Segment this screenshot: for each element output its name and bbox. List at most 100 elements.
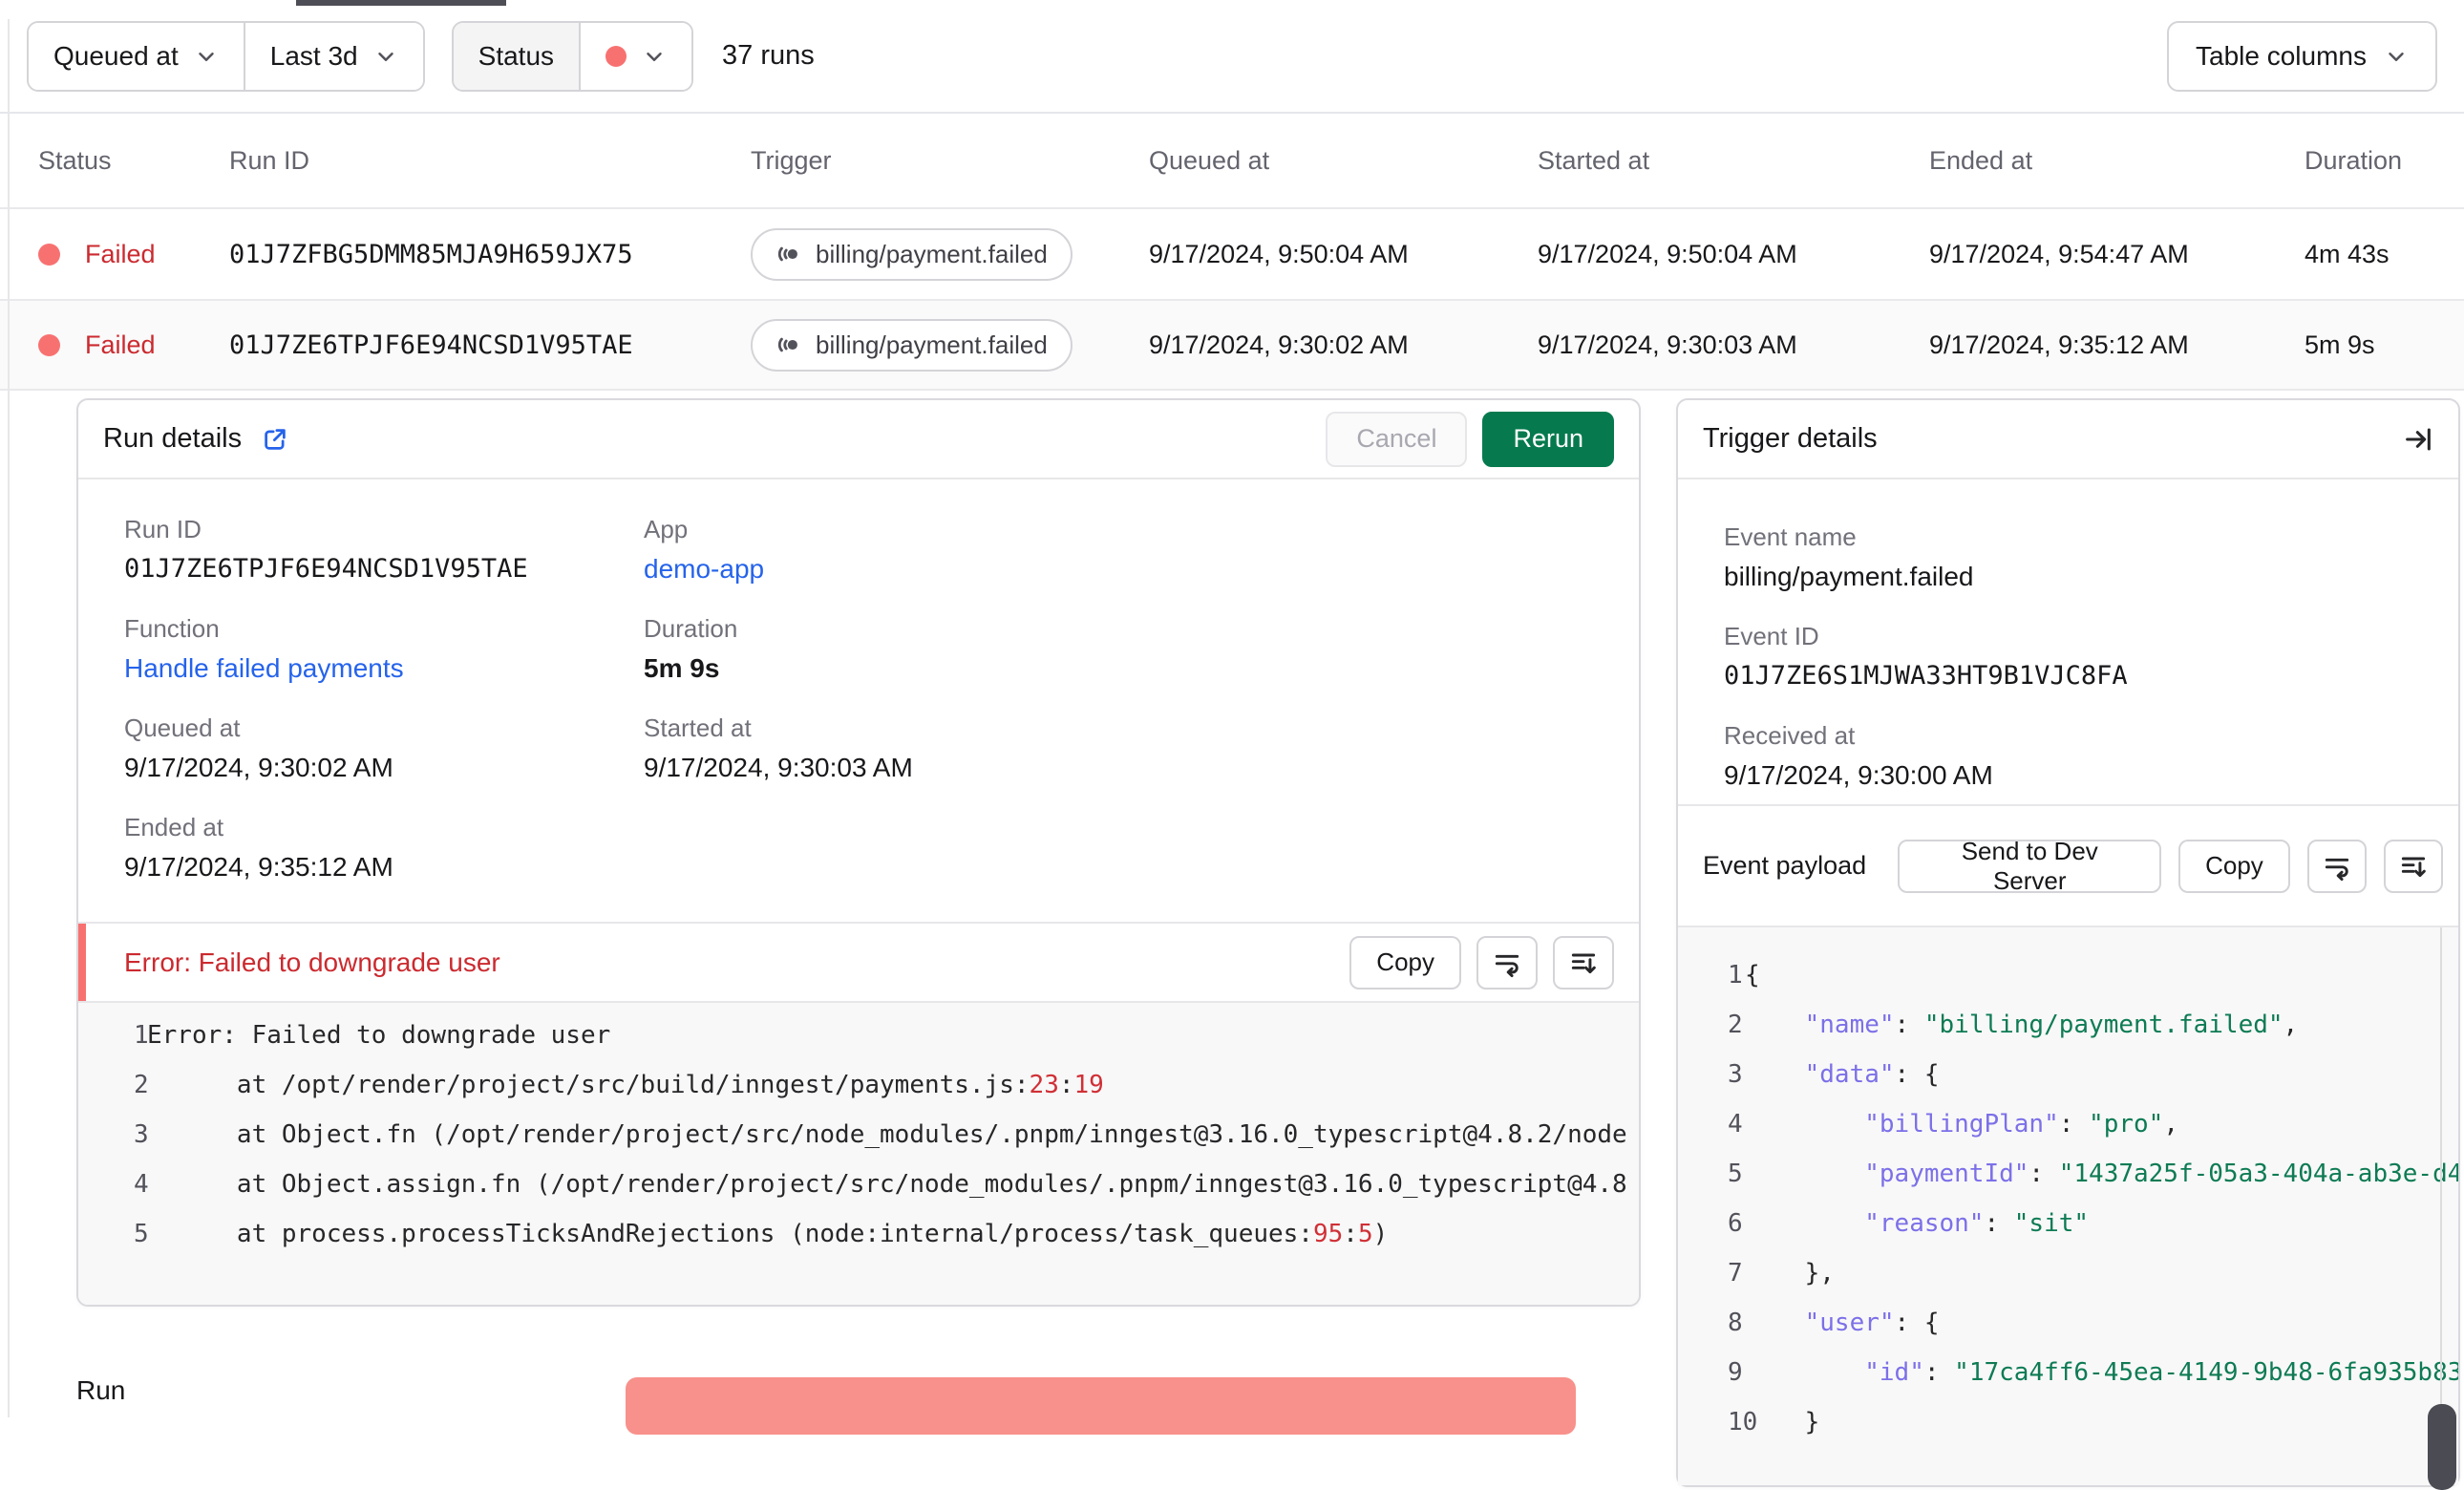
table-columns-label: Table columns: [2196, 40, 2367, 71]
word-wrap-icon: [2325, 858, 2348, 881]
filters-toolbar: Queued at Last 3d Status 37 runs Table c…: [0, 0, 2464, 114]
column-header-queued-at: Queued at: [1149, 145, 1270, 175]
column-header-run-id: Run ID: [229, 145, 310, 175]
code-line: 8 "user": {: [1728, 1309, 1940, 1337]
column-header-started-at: Started at: [1538, 145, 1650, 175]
event-payload-heading: Event payload: [1703, 851, 1867, 881]
duration-value: 5m 9s: [644, 653, 720, 683]
duration-label: Duration: [644, 614, 738, 643]
column-header-ended-at: Ended at: [1929, 145, 2033, 175]
time-range-filter-label: Last 3d: [269, 40, 358, 71]
run-duration: 5m 9s: [2305, 330, 2375, 359]
started-at-field: Started at 9/17/2024, 9:30:03 AM: [644, 713, 913, 783]
table-row[interactable]: Failed 01J7ZFBG5DMM85MJA9H659JX75 billin…: [0, 207, 2464, 299]
error-stack-trace: 1 Error: Failed to downgrade user 2 at /op…: [78, 1001, 1639, 1305]
payload-word-wrap-button[interactable]: [2306, 839, 2367, 893]
event-id-label: Event ID: [1724, 622, 1819, 650]
function-link[interactable]: Handle failed payments: [124, 653, 404, 684]
run-id: 01J7ZFBG5DMM85MJA9H659JX75: [229, 239, 633, 269]
trigger-event-badge[interactable]: billing/payment.failed: [751, 318, 1073, 372]
column-header-status: Status: [38, 145, 112, 175]
started-at-label: Started at: [644, 713, 752, 742]
queued-at-field: Queued at 9/17/2024, 9:30:02 AM: [124, 713, 393, 783]
word-wrap-icon: [1495, 954, 1519, 977]
trigger-event-name: billing/payment.failed: [816, 330, 1048, 359]
runs-table-body: Failed 01J7ZFBG5DMM85MJA9H659JX75 billin…: [0, 207, 2464, 391]
trigger-event-badge[interactable]: billing/payment.failed: [751, 227, 1073, 281]
queued-at-filter-label: Queued at: [53, 40, 179, 71]
collapse-panel-button[interactable]: [2403, 424, 2433, 455]
event-icon: [777, 246, 799, 262]
ended-at-value: 9/17/2024, 9:35:12 AM: [124, 852, 393, 882]
status-filter-label-segment[interactable]: Status: [453, 22, 580, 90]
failed-status-dot-icon: [605, 45, 627, 67]
status-filter-group: Status: [451, 20, 694, 92]
run-status: Failed: [85, 239, 156, 268]
received-at-label: Received at: [1724, 721, 1856, 750]
event-id-field: Event ID 01J7ZE6S1MJWA33HT9B1VJC8FA: [1724, 622, 2128, 691]
left-scroll-track[interactable]: [8, 19, 10, 1417]
code-line: 10 }: [1728, 1408, 1820, 1437]
payload-scrollbar-track: [2440, 927, 2442, 1485]
word-wrap-button[interactable]: [1476, 935, 1538, 990]
queued-at-filter-button[interactable]: Queued at: [29, 22, 244, 90]
send-to-dev-server-button[interactable]: Send to Dev Server: [1898, 837, 2162, 895]
error-accent-bar: [78, 924, 86, 1001]
code-line: 9 "id": "17ca4ff6-45ea-4149-9b48-6fa935b…: [1728, 1358, 2458, 1387]
column-header-duration: Duration: [2305, 145, 2403, 175]
active-tab-indicator: [296, 0, 506, 6]
runs-count: 37 runs: [722, 40, 815, 71]
run-started-at: 9/17/2024, 9:30:03 AM: [1538, 330, 1797, 359]
status-filter-label: Status: [478, 40, 555, 71]
payload-expand-button[interactable]: [2383, 839, 2443, 893]
run-ended-at: 9/17/2024, 9:35:12 AM: [1929, 330, 2189, 359]
table-columns-button[interactable]: Table columns: [2167, 20, 2437, 92]
run-id-value: 01J7ZE6TPJF6E94NCSD1V95TAE: [124, 554, 528, 584]
run-id-label: Run ID: [124, 515, 202, 543]
code-line: 3 at Object.fn (/opt/render/project/src/…: [134, 1120, 1627, 1149]
time-filter-group: Queued at Last 3d: [27, 20, 425, 92]
duration-field: Duration 5m 9s: [644, 614, 737, 684]
copy-error-button[interactable]: Copy: [1349, 935, 1461, 990]
time-range-filter-button[interactable]: Last 3d: [243, 22, 423, 90]
started-at-value: 9/17/2024, 9:30:03 AM: [644, 753, 913, 782]
function-label: Function: [124, 614, 220, 643]
copy-payload-button[interactable]: Copy: [2178, 839, 2290, 893]
event-icon: [777, 337, 799, 352]
code-line: 2 at /opt/render/project/src/build/innge…: [134, 1071, 1104, 1099]
run-timeline-bar[interactable]: [626, 1377, 1576, 1435]
error-title: Error: Failed to downgrade user: [124, 947, 500, 977]
event-name-label: Event name: [1724, 522, 1857, 551]
cancel-button[interactable]: Cancel: [1326, 411, 1468, 467]
run-details-panel: Run details Cancel Rerun Run ID 01J7ZE6T…: [76, 398, 1641, 1307]
trigger-details-panel: Trigger details Event name billing/payme…: [1676, 398, 2460, 1490]
code-line: 4 at Object.assign.fn (/opt/render/proje…: [134, 1170, 1627, 1199]
code-line: 5 at process.processTicksAndRejections (…: [134, 1220, 1389, 1248]
expand-output-button[interactable]: [1553, 935, 1614, 990]
runs-table-header: Status Run ID Trigger Queued at Started …: [0, 114, 2464, 207]
event-id-value: 01J7ZE6S1MJWA33HT9B1VJC8FA: [1724, 661, 2128, 691]
column-header-trigger: Trigger: [751, 145, 832, 175]
arrow-to-line-icon: [2406, 427, 2431, 451]
run-id: 01J7ZE6TPJF6E94NCSD1V95TAE: [229, 330, 633, 360]
app-field: App demo-app: [644, 515, 764, 585]
received-at-field: Received at 9/17/2024, 9:30:00 AM: [1724, 721, 1993, 791]
error-section-header: Error: Failed to downgrade user Copy: [78, 922, 1639, 1001]
open-run-external-button[interactable]: [261, 425, 289, 454]
run-queued-at: 9/17/2024, 9:50:04 AM: [1149, 239, 1409, 268]
app-link[interactable]: demo-app: [644, 554, 764, 585]
queued-at-value: 9/17/2024, 9:30:02 AM: [124, 753, 393, 782]
run-ended-at: 9/17/2024, 9:54:47 AM: [1929, 239, 2189, 268]
code-line: 5 "paymentId": "1437a25f-05a3-404a-ab3e-…: [1728, 1160, 2458, 1188]
table-row[interactable]: Failed 01J7ZE6TPJF6E94NCSD1V95TAE billin…: [0, 299, 2464, 391]
ended-at-label: Ended at: [124, 813, 224, 841]
runs-table: Status Run ID Trigger Queued at Started …: [0, 114, 2464, 391]
expand-down-icon: [2401, 857, 2426, 877]
received-at-value: 9/17/2024, 9:30:00 AM: [1724, 760, 1993, 790]
code-line: 4 "billingPlan": "pro",: [1728, 1110, 2178, 1139]
rerun-button[interactable]: Rerun: [1482, 411, 1614, 467]
chevron-down-icon: [647, 52, 662, 61]
code-line: 7 },: [1728, 1259, 1835, 1288]
code-line: 1 Error: Failed to downgrade user: [134, 1021, 611, 1050]
status-filter-value-button[interactable]: [579, 22, 692, 90]
